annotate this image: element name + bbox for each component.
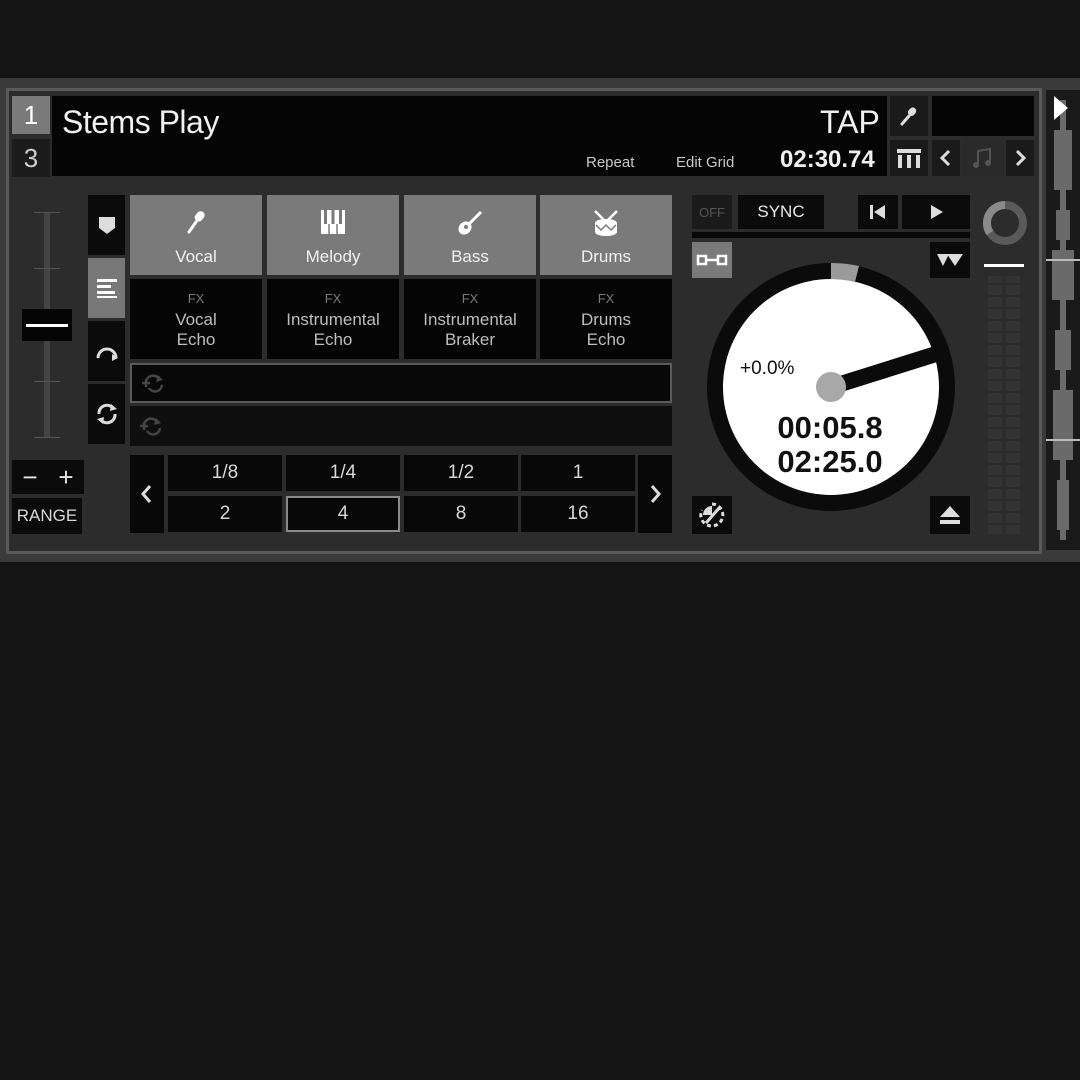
tap-button[interactable]: TAP xyxy=(820,104,880,141)
chevron-left-icon xyxy=(939,149,951,167)
pitch-slider-thumb[interactable] xyxy=(22,309,72,341)
beat-prev-button[interactable] xyxy=(130,455,164,533)
fx-tag: FX xyxy=(597,291,615,306)
track-title: Stems Play xyxy=(62,104,219,140)
stem-label: Vocal xyxy=(175,247,217,266)
drum-icon xyxy=(594,210,618,236)
gain-marker xyxy=(984,264,1024,267)
fx-name-line2: Braker xyxy=(444,330,496,349)
music-note-icon xyxy=(973,147,991,168)
stem-pad-drums[interactable]: Drums xyxy=(540,195,672,275)
stem-pad-melody[interactable]: Melody xyxy=(267,195,399,275)
platter-elapsed: 00:05.8 xyxy=(777,410,883,445)
beat-button-selected[interactable]: 4 xyxy=(286,496,400,532)
fx-pad-drums[interactable]: FX Drums Echo xyxy=(540,279,672,359)
fx-name-line2: Echo xyxy=(313,330,353,349)
stem-pad-bass[interactable]: Bass xyxy=(404,195,536,275)
chevron-right-icon xyxy=(650,485,661,503)
flux-icon xyxy=(699,502,725,528)
add-loop-icon xyxy=(142,374,164,393)
header-empty-slot xyxy=(932,96,1034,136)
chevron-right-icon xyxy=(1015,149,1027,167)
microphone-icon xyxy=(900,107,917,126)
track-overview-waveform[interactable] xyxy=(1046,90,1080,550)
fx-name-line1: Drums xyxy=(580,310,632,329)
cue-mode-button[interactable] xyxy=(88,195,125,255)
add-loop-icon xyxy=(140,417,162,436)
repeat-toggle[interactable]: Repeat xyxy=(586,154,634,171)
beat-button[interactable]: 1/4 xyxy=(286,455,400,491)
cue-back-button[interactable] xyxy=(858,195,898,229)
chevron-left-icon xyxy=(141,485,152,503)
edit-grid-button[interactable]: Edit Grid xyxy=(676,154,734,171)
cue-icon xyxy=(98,217,115,234)
loop-slot-2[interactable] xyxy=(130,406,672,446)
eject-button[interactable] xyxy=(930,496,970,534)
stems-mode-button[interactable] xyxy=(88,258,125,318)
beat-button[interactable]: 1/8 xyxy=(168,455,282,491)
refresh-icon xyxy=(96,403,117,425)
fx-pad-vocal[interactable]: FX Vocal Echo xyxy=(130,279,262,359)
track-time: 02:30.74 xyxy=(780,146,875,173)
key-next-button[interactable] xyxy=(1006,140,1034,176)
off-button[interactable]: OFF xyxy=(692,195,732,229)
key-button[interactable] xyxy=(962,140,1004,176)
flux-button[interactable] xyxy=(692,496,732,534)
beat-button[interactable]: 2 xyxy=(168,496,282,532)
beat-button[interactable]: 16 xyxy=(521,496,635,532)
track-progress-bar[interactable] xyxy=(692,232,970,238)
loop-slot-1[interactable] xyxy=(130,363,672,403)
deck-3-button[interactable]: 3 xyxy=(12,139,50,177)
grid-icon xyxy=(897,149,921,168)
fx-tag: FX xyxy=(324,291,342,306)
slider-tick xyxy=(34,268,60,269)
fx-name-line1: Vocal xyxy=(175,310,217,329)
fx-name-line1: Instrumental xyxy=(286,310,380,329)
beat-button[interactable]: 1/2 xyxy=(404,455,518,491)
microphone-icon xyxy=(187,211,205,234)
pitch-minus-button[interactable]: − xyxy=(12,460,48,494)
beat-button[interactable]: 1 xyxy=(521,455,635,491)
slider-tick xyxy=(34,212,60,213)
fx-name-line1: Instrumental xyxy=(423,310,517,329)
guitar-icon xyxy=(458,210,483,235)
range-button[interactable]: RANGE xyxy=(12,498,82,534)
beat-next-button[interactable] xyxy=(638,455,672,533)
loop-mode-button[interactable] xyxy=(88,384,125,444)
grid-button[interactable] xyxy=(890,140,928,176)
piano-icon xyxy=(321,210,345,234)
stem-pad-vocal[interactable]: Vocal xyxy=(130,195,262,275)
play-icon xyxy=(931,205,943,219)
slider-tick xyxy=(34,381,60,382)
fx-name-line2: Echo xyxy=(586,330,626,349)
play-button[interactable] xyxy=(902,195,970,229)
gain-knob[interactable] xyxy=(980,198,1030,248)
fx-tag: FX xyxy=(461,291,479,306)
stem-label: Drums xyxy=(580,247,632,266)
key-prev-button[interactable] xyxy=(932,140,960,176)
beat-button[interactable]: 8 xyxy=(404,496,518,532)
platter-remaining: 02:25.0 xyxy=(777,444,883,479)
deck-1-button[interactable]: 1 xyxy=(12,96,50,134)
eject-icon xyxy=(940,506,960,524)
loop-arrow-icon xyxy=(96,347,118,361)
platter-pitch: +0.0% xyxy=(740,358,795,379)
fx-pad-bass[interactable]: FX Instrumental Braker xyxy=(404,279,536,359)
pitch-plus-button[interactable]: + xyxy=(48,460,84,494)
fx-tag: FX xyxy=(187,291,205,306)
fx-name-line2: Echo xyxy=(176,330,216,349)
stems-icon xyxy=(96,279,117,298)
loop-roll-mode-button[interactable] xyxy=(88,321,125,381)
slider-tick xyxy=(34,437,60,438)
skip-back-icon xyxy=(870,205,885,219)
sync-button[interactable]: SYNC xyxy=(738,195,824,229)
level-meter xyxy=(986,276,1022,534)
microphone-button[interactable] xyxy=(890,96,928,136)
stem-label: Bass xyxy=(451,247,489,266)
fx-pad-melody[interactable]: FX Instrumental Echo xyxy=(267,279,399,359)
stem-label: Melody xyxy=(305,247,361,266)
